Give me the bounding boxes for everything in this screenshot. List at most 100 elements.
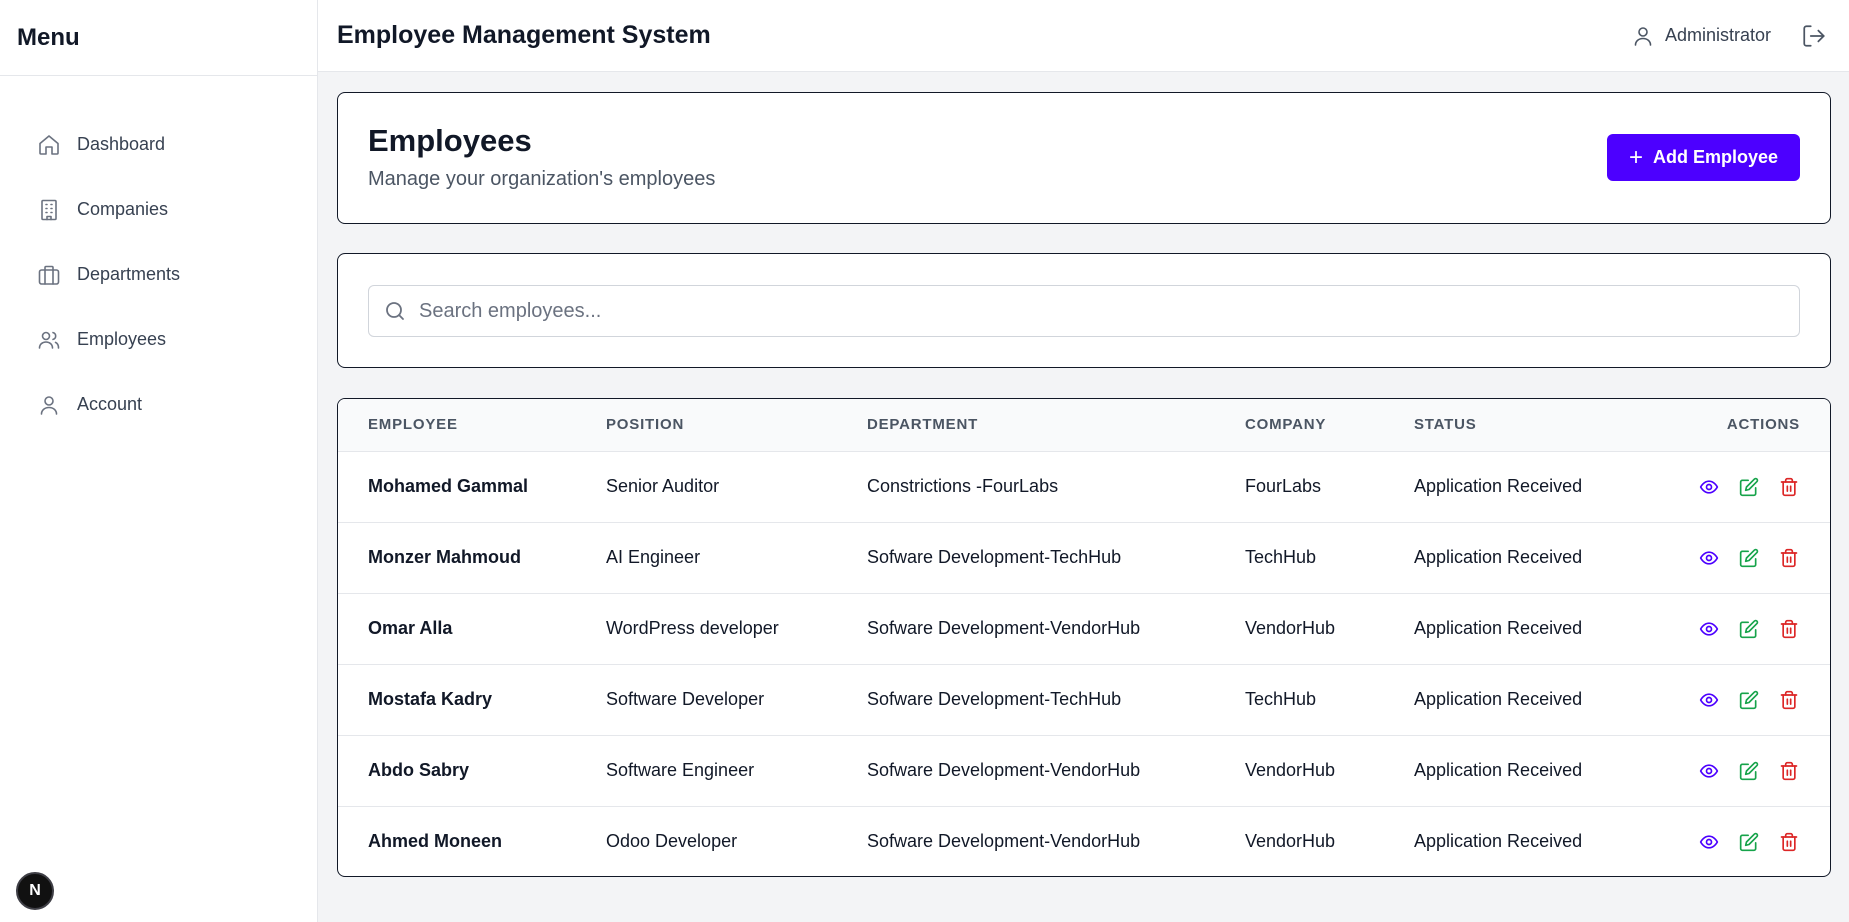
delete-icon[interactable] <box>1778 831 1800 853</box>
row-actions <box>1664 735 1830 806</box>
edit-icon[interactable] <box>1738 689 1760 711</box>
delete-icon[interactable] <box>1778 760 1800 782</box>
employee-status: Application Received <box>1414 831 1583 852</box>
sidebar-item-label: Employees <box>77 329 167 349</box>
row-actions <box>1664 522 1830 593</box>
employee-name: Mostafa Kadry <box>368 689 493 709</box>
sidebar-item-label: Companies <box>77 199 169 219</box>
user-name: Administrator <box>1664 25 1771 45</box>
employee-position: Odoo Developer <box>606 831 738 852</box>
employee-department: Sofware Development-VendorHub <box>867 760 1141 780</box>
employee-position: Software Engineer <box>606 760 755 780</box>
row-actions <box>1664 664 1830 735</box>
employee-position: Software Developer <box>606 689 765 709</box>
employee-position: WordPress developer <box>606 618 779 638</box>
view-icon[interactable] <box>1698 760 1720 782</box>
delete-icon[interactable] <box>1778 618 1800 640</box>
column-header-department[interactable]: DEPARTMENT <box>867 399 1245 451</box>
employee-name: Omar Alla <box>368 618 453 638</box>
column-header-actions: ACTIONS <box>1726 416 1800 434</box>
sidebar-item-label: Account <box>77 394 143 414</box>
employee-status: Application Received <box>1414 476 1583 496</box>
table-row[interactable]: Abdo Sabry Software Engineer Sofware Dev… <box>338 735 1830 806</box>
employee-company: VendorHub <box>1245 760 1336 780</box>
sidebar-nav: Dashboard Companies Departments Employee… <box>0 76 317 437</box>
user-menu[interactable]: Administrator <box>1631 24 1771 48</box>
view-icon[interactable] <box>1698 831 1720 853</box>
users-icon <box>37 328 61 352</box>
page-title: Employees <box>368 123 532 158</box>
delete-icon[interactable] <box>1778 547 1800 569</box>
add-employee-button[interactable]: + Add Employee <box>1607 134 1800 181</box>
employee-department: Sofware Development-VendorHub <box>867 618 1141 638</box>
sidebar-item-employees[interactable]: Employees <box>0 307 317 372</box>
column-header-employee[interactable]: EMPLOYEE <box>338 399 606 451</box>
app-title: Employee Management System <box>337 21 711 49</box>
sidebar-title: Menu <box>17 23 80 51</box>
employee-status: Application Received <box>1414 618 1583 638</box>
page-header-card: Employees Manage your organization's emp… <box>337 92 1831 224</box>
employee-position: Senior Auditor <box>606 476 720 496</box>
view-icon[interactable] <box>1698 618 1720 640</box>
sidebar-item-label: Departments <box>77 264 181 284</box>
logout-icon[interactable] <box>1801 23 1827 49</box>
employee-company: VendorHub <box>1245 618 1336 638</box>
edit-icon[interactable] <box>1738 547 1760 569</box>
employee-company: TechHub <box>1245 689 1317 709</box>
search-icon <box>383 299 407 323</box>
search-input[interactable] <box>419 299 1799 323</box>
column-header-status[interactable]: STATUS <box>1414 399 1664 451</box>
sidebar-item-label: Dashboard <box>77 134 166 154</box>
view-icon[interactable] <box>1698 476 1720 498</box>
edit-icon[interactable] <box>1738 476 1760 498</box>
employee-department: Constrictions -FourLabs <box>867 476 1059 496</box>
employee-name: Mohamed Gammal <box>368 476 529 496</box>
search-box[interactable] <box>368 285 1800 337</box>
column-header-position[interactable]: POSITION <box>606 399 867 451</box>
view-icon[interactable] <box>1698 547 1720 569</box>
table-row[interactable]: Monzer Mahmoud AI Engineer Sofware Devel… <box>338 522 1830 593</box>
sidebar-item-departments[interactable]: Departments <box>0 242 317 307</box>
table-row[interactable]: Mostafa Kadry Software Developer Sofware… <box>338 664 1830 735</box>
header-actions: Administrator <box>1631 23 1827 49</box>
search-card <box>337 253 1831 368</box>
edit-icon[interactable] <box>1738 760 1760 782</box>
edit-icon[interactable] <box>1738 618 1760 640</box>
dev-badge[interactable]: N <box>16 872 54 910</box>
employee-status: Application Received <box>1414 760 1583 780</box>
employee-company: VendorHub <box>1245 831 1336 852</box>
employee-department: Sofware Development-VendorHub <box>867 831 1141 852</box>
sidebar-header: Menu <box>0 0 317 76</box>
table-row[interactable]: Mohamed Gammal Senior Auditor Constricti… <box>338 451 1830 522</box>
sidebar: Menu Dashboard Companies Departments Emp… <box>0 0 318 922</box>
table-header-row: EMPLOYEE POSITION DEPARTMENT COMPANY STA… <box>338 399 1830 451</box>
view-icon[interactable] <box>1698 689 1720 711</box>
employee-name: Monzer Mahmoud <box>368 547 521 567</box>
delete-icon[interactable] <box>1778 689 1800 711</box>
plus-icon: + <box>1628 143 1643 171</box>
delete-icon[interactable] <box>1778 476 1800 498</box>
table-row[interactable]: Ahmed Moneen Odoo Developer Sofware Deve… <box>338 806 1830 876</box>
edit-icon[interactable] <box>1738 831 1760 853</box>
row-actions <box>1664 806 1830 876</box>
row-actions <box>1664 593 1830 664</box>
sidebar-item-companies[interactable]: Companies <box>0 177 317 242</box>
table-row[interactable]: Omar Alla WordPress developer Sofware De… <box>338 593 1830 664</box>
sidebar-item-account[interactable]: Account <box>0 372 317 437</box>
user-icon <box>37 393 61 417</box>
table-body: Mohamed Gammal Senior Auditor Constricti… <box>338 451 1830 876</box>
employee-position: AI Engineer <box>606 547 701 567</box>
employee-name: Abdo Sabry <box>368 760 470 780</box>
employee-status: Application Received <box>1414 689 1583 709</box>
employee-department: Sofware Development-TechHub <box>867 547 1122 567</box>
employee-company: FourLabs <box>1245 476 1322 496</box>
sidebar-item-dashboard[interactable]: Dashboard <box>0 112 317 177</box>
column-header-company[interactable]: COMPANY <box>1245 399 1414 451</box>
home-icon <box>37 133 61 157</box>
employee-department: Sofware Development-TechHub <box>867 689 1122 709</box>
briefcase-icon <box>37 263 61 287</box>
employee-name: Ahmed Moneen <box>368 831 503 852</box>
user-icon <box>1631 24 1655 48</box>
top-header: Employee Management System Administrator <box>318 0 1849 72</box>
page-subtitle: Manage your organization's employees <box>368 168 716 190</box>
